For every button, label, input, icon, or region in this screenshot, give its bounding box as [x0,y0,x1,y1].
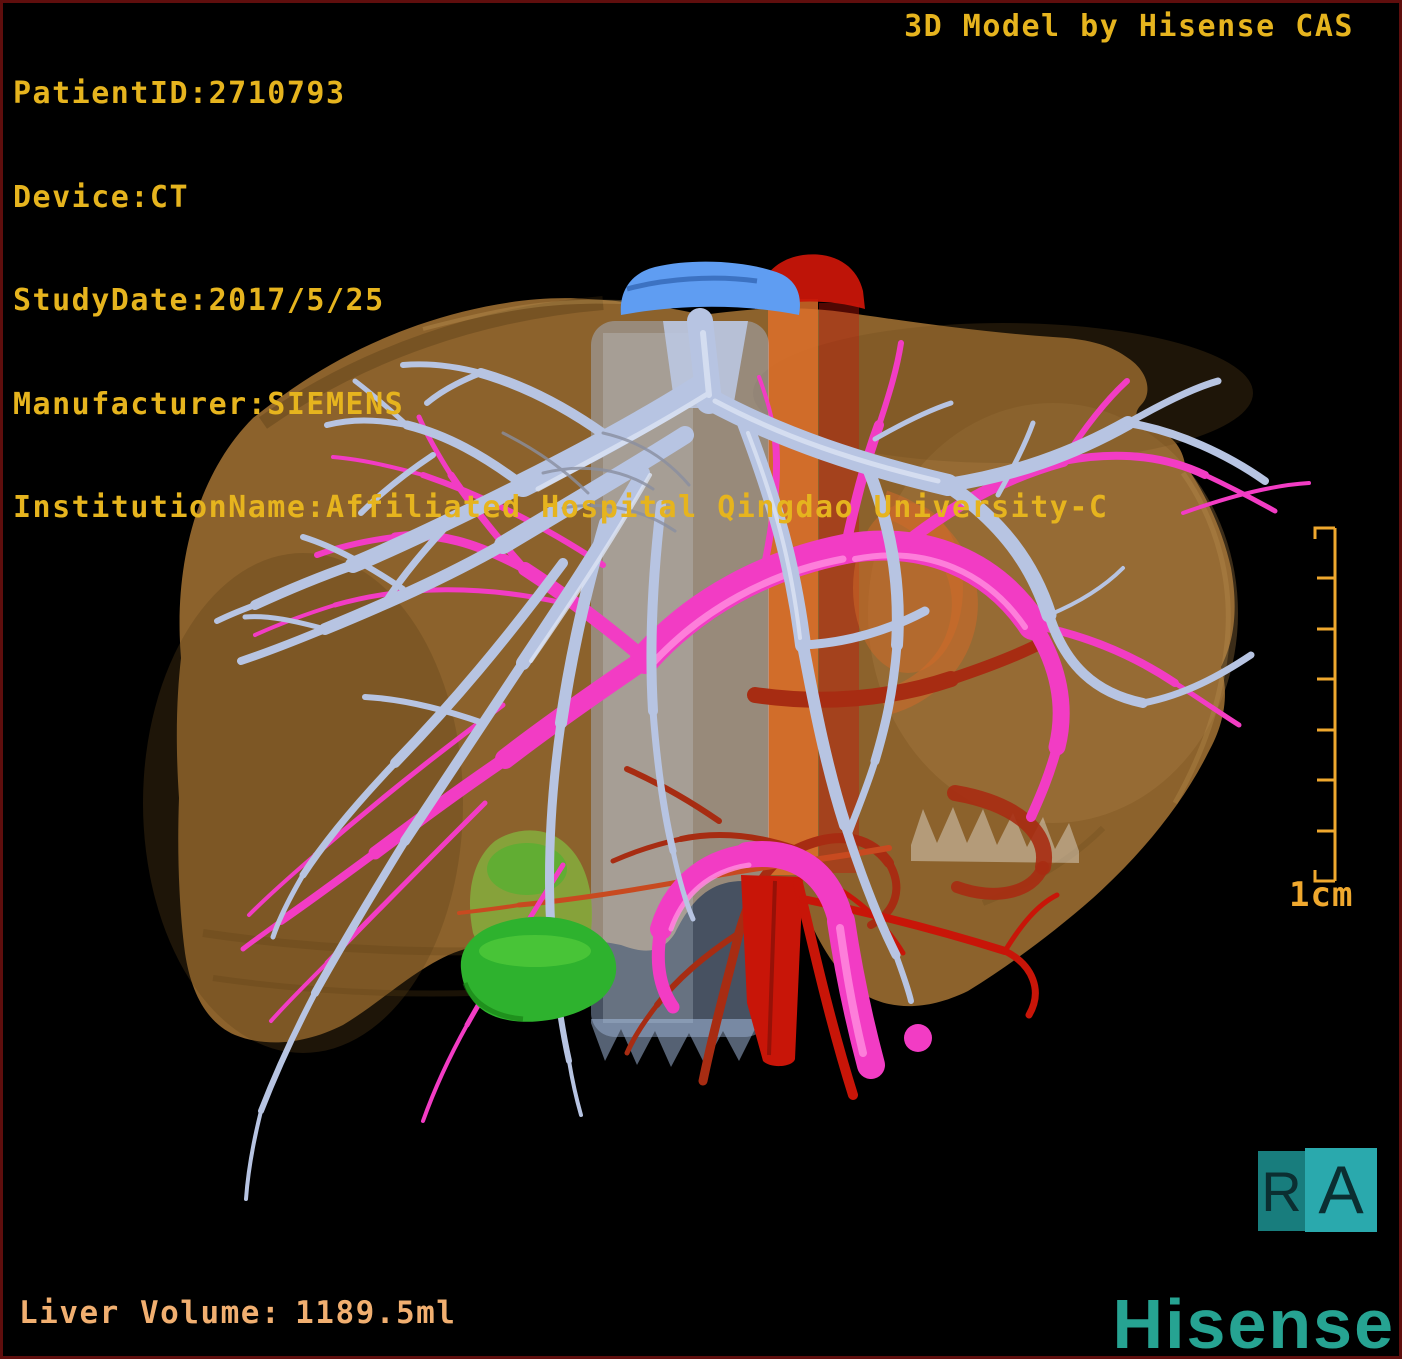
scale-bar-label: 1cm [1289,875,1354,915]
device-line: Device:CT [13,179,190,215]
institution-line: InstitutionName:Affiliated Hospital Qing… [13,490,1109,525]
liver-volume-label: Liver Volume: [19,1295,282,1331]
study-date-line: StudyDate:2017/5/25 [13,283,385,318]
patient-id-line: PatientID:2710793 [13,76,346,111]
liver-volume-value: 1189.5ml [295,1295,457,1331]
orientation-markers: R A [1258,1148,1377,1232]
scale-ruler [1313,526,1337,883]
liver-volume-readout: Liver Volume: 1189.5ml [19,1295,456,1331]
watermark-text: 3D Model by Hisense CAS [904,9,1354,44]
patient-info-overlay: PatientID:2710793 Device:CT StudyDate:20… [13,8,1108,595]
hisense-logo: Hisense [1112,1285,1395,1359]
orientation-marker-right: R [1258,1151,1305,1231]
orientation-marker-anterior: A [1305,1148,1377,1232]
manufacturer-line: Manufacturer:SIEMENS [13,386,405,422]
viewer-frame: PatientID:2710793 Device:CT StudyDate:20… [0,0,1402,1359]
